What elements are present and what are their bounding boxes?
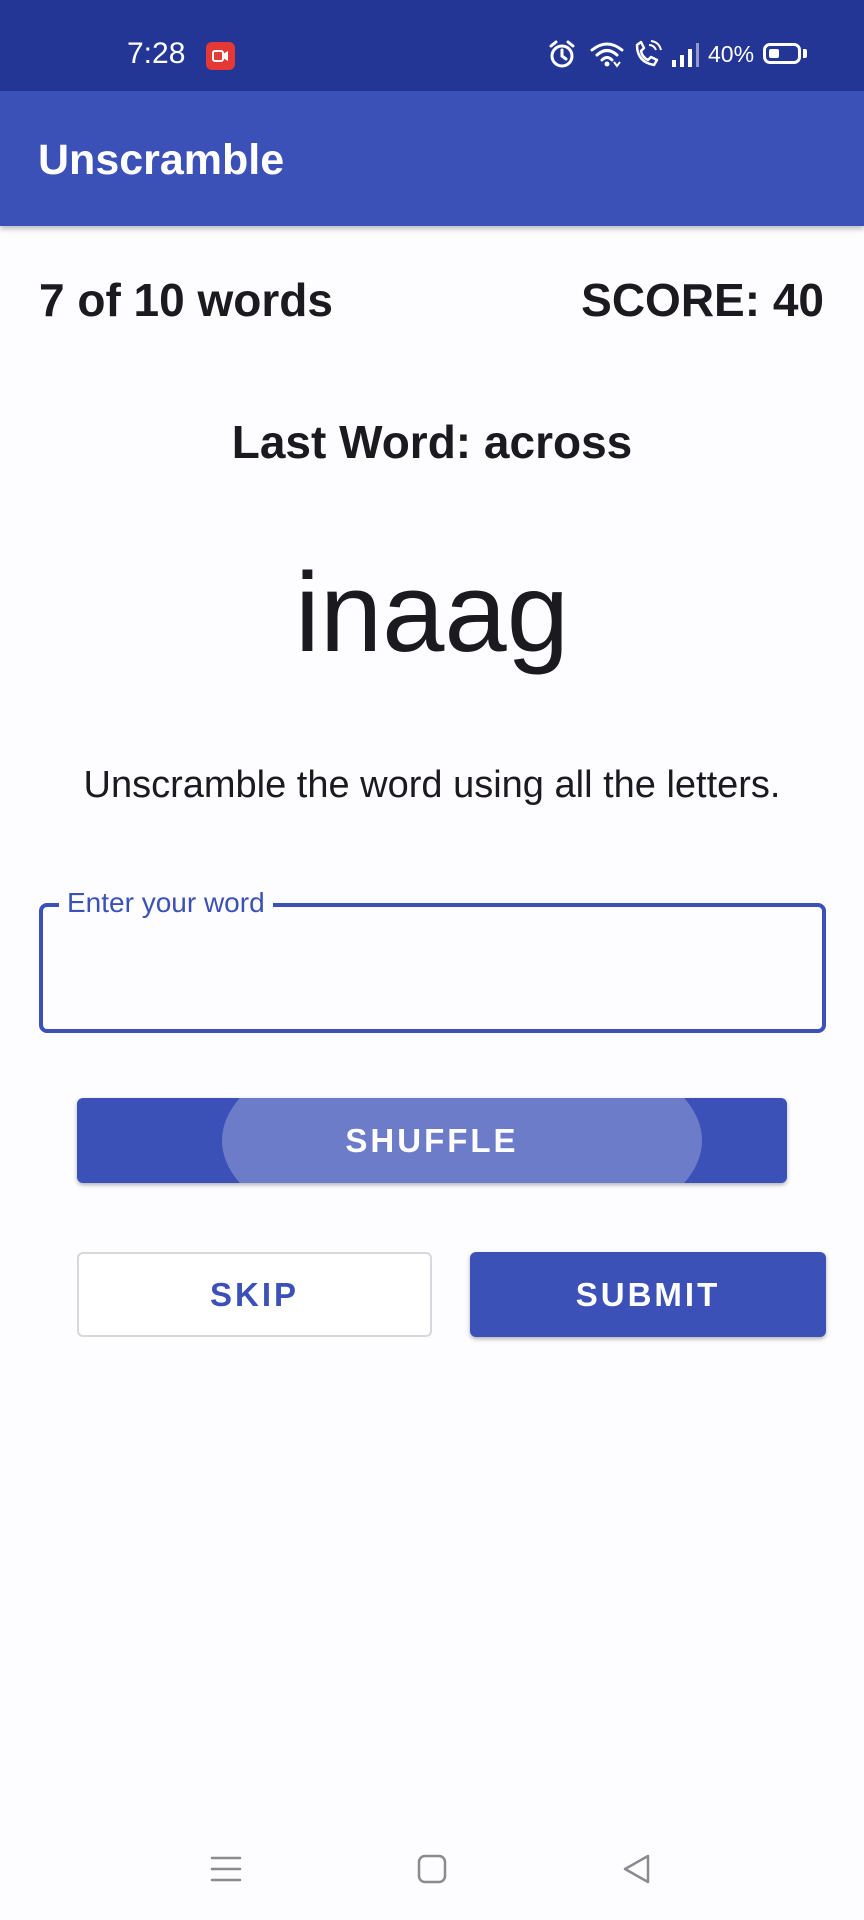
instructions: Unscramble the word using all the letter… — [83, 764, 781, 806]
home-icon[interactable] — [415, 1852, 449, 1886]
signal-icon — [672, 43, 699, 67]
battery-percent: 40% — [708, 41, 755, 67]
wifi-call-icon — [635, 40, 662, 67]
app-bar: Unscramble — [0, 91, 864, 226]
word-input-label: Enter your word — [59, 883, 273, 923]
word-count: 7 of 10 words — [39, 274, 333, 326]
screen-record-icon — [206, 42, 235, 70]
submit-button[interactable]: SUBMIT — [470, 1252, 826, 1337]
shuffle-button-label: SHUFFLE — [345, 1122, 519, 1159]
alarm-icon — [549, 40, 575, 68]
system-nav-bar — [0, 1820, 864, 1920]
skip-button[interactable]: SKIP — [77, 1252, 432, 1337]
status-bar: 7:28 40% — [0, 0, 864, 91]
skip-button-label: SKIP — [209, 1276, 300, 1313]
status-time: 7:28 — [127, 37, 186, 70]
battery-tip — [803, 49, 807, 58]
word-input[interactable] — [63, 937, 807, 999]
score: SCORE: 40 — [581, 274, 824, 326]
last-word: Last Word: across — [231, 416, 633, 468]
battery-icon — [763, 43, 801, 64]
word-input-field[interactable]: Enter your word — [39, 883, 826, 1033]
scrambled-word: inaag — [294, 550, 570, 675]
shuffle-button[interactable]: SHUFFLE — [77, 1098, 787, 1183]
app-title: Unscramble — [38, 136, 285, 184]
back-icon[interactable] — [620, 1852, 654, 1886]
battery-fill — [769, 49, 779, 58]
menu-icon[interactable] — [209, 1852, 243, 1886]
wifi-icon — [590, 42, 624, 68]
submit-button-label: SUBMIT — [575, 1276, 721, 1313]
